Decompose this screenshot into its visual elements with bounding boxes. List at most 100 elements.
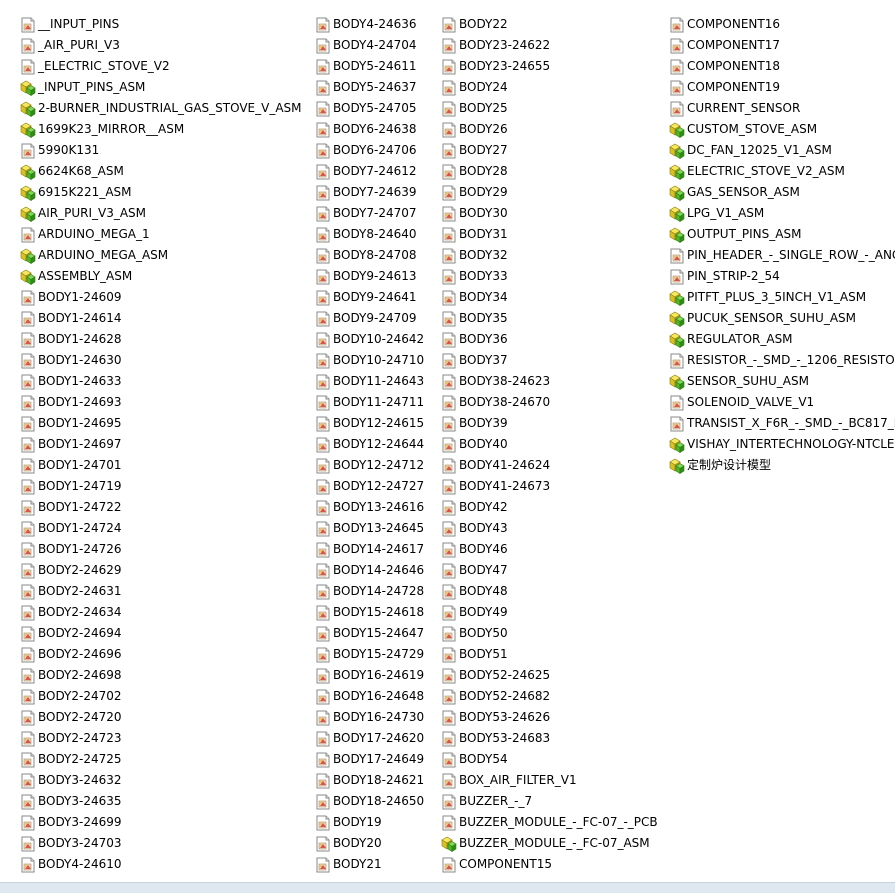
file-item[interactable]: BODY49: [441, 602, 658, 623]
file-item[interactable]: BODY9-24709: [315, 308, 424, 329]
file-item[interactable]: BODY2-24698: [20, 665, 302, 686]
file-item[interactable]: BODY1-24724: [20, 518, 302, 539]
file-item[interactable]: BODY3-24635: [20, 791, 302, 812]
file-item[interactable]: SENSOR_SUHU_ASM: [669, 371, 895, 392]
file-item[interactable]: BODY52-24625: [441, 665, 658, 686]
file-item[interactable]: COMPONENT19: [669, 77, 895, 98]
file-item[interactable]: BODY8-24640: [315, 224, 424, 245]
file-item[interactable]: BODY14-24617: [315, 539, 424, 560]
file-item[interactable]: GAS_SENSOR_ASM: [669, 182, 895, 203]
file-item[interactable]: BUZZER_MODULE_-_FC-07_-_PCB: [441, 812, 658, 833]
file-item[interactable]: BODY7-24612: [315, 161, 424, 182]
file-item[interactable]: BODY51: [441, 644, 658, 665]
file-item[interactable]: BODY21: [315, 854, 424, 875]
file-item[interactable]: PUCUK_SENSOR_SUHU_ASM: [669, 308, 895, 329]
file-item[interactable]: BODY30: [441, 203, 658, 224]
file-item[interactable]: BODY2-24694: [20, 623, 302, 644]
file-item[interactable]: BODY7-24639: [315, 182, 424, 203]
file-item[interactable]: 1699K23_MIRROR__ASM: [20, 119, 302, 140]
file-item[interactable]: BODY34: [441, 287, 658, 308]
file-item[interactable]: BODY19: [315, 812, 424, 833]
file-item[interactable]: PITFT_PLUS_3_5INCH_V1_ASM: [669, 287, 895, 308]
file-item[interactable]: BODY3-24699: [20, 812, 302, 833]
file-item[interactable]: BODY1-24628: [20, 329, 302, 350]
file-item[interactable]: BOX_AIR_FILTER_V1: [441, 770, 658, 791]
file-item[interactable]: _AIR_PURI_V3: [20, 35, 302, 56]
file-item[interactable]: CURRENT_SENSOR: [669, 98, 895, 119]
file-item[interactable]: BODY2-24631: [20, 581, 302, 602]
file-item[interactable]: BODY1-24630: [20, 350, 302, 371]
file-item[interactable]: 5990K131: [20, 140, 302, 161]
file-item[interactable]: VISHAY_INTERTECHNOLOGY-NTCLE: [669, 434, 895, 455]
file-item[interactable]: BODY35: [441, 308, 658, 329]
file-item[interactable]: BODY25: [441, 98, 658, 119]
file-item[interactable]: BODY28: [441, 161, 658, 182]
file-item[interactable]: BODY26: [441, 119, 658, 140]
file-item[interactable]: BODY42: [441, 497, 658, 518]
file-item[interactable]: BODY1-24726: [20, 539, 302, 560]
file-item[interactable]: CUSTOM_STOVE_ASM: [669, 119, 895, 140]
file-item[interactable]: BODY39: [441, 413, 658, 434]
file-item[interactable]: BODY40: [441, 434, 658, 455]
file-item[interactable]: BODY41-24673: [441, 476, 658, 497]
file-item[interactable]: 6624K68_ASM: [20, 161, 302, 182]
file-item[interactable]: BODY13-24645: [315, 518, 424, 539]
file-item[interactable]: SOLENOID_VALVE_V1: [669, 392, 895, 413]
file-item[interactable]: BODY9-24641: [315, 287, 424, 308]
file-item[interactable]: BODY38-24670: [441, 392, 658, 413]
file-item[interactable]: BODY9-24613: [315, 266, 424, 287]
file-item[interactable]: BODY15-24618: [315, 602, 424, 623]
file-item[interactable]: BODY54: [441, 749, 658, 770]
file-item[interactable]: TRANSIST_X_F6R_-_SMD_-_BC817_NI: [669, 413, 895, 434]
file-item[interactable]: BODY2-24723: [20, 728, 302, 749]
file-item[interactable]: BODY29: [441, 182, 658, 203]
file-item[interactable]: BODY2-24720: [20, 707, 302, 728]
file-item[interactable]: BODY48: [441, 581, 658, 602]
file-item[interactable]: BODY7-24707: [315, 203, 424, 224]
file-item[interactable]: BODY31: [441, 224, 658, 245]
file-item[interactable]: BODY22: [441, 14, 658, 35]
file-item[interactable]: BODY37: [441, 350, 658, 371]
file-item[interactable]: BODY10-24642: [315, 329, 424, 350]
file-item[interactable]: BODY43: [441, 518, 658, 539]
file-item[interactable]: BODY16-24619: [315, 665, 424, 686]
file-item[interactable]: BODY17-24620: [315, 728, 424, 749]
file-item[interactable]: BODY27: [441, 140, 658, 161]
file-item[interactable]: BODY23-24622: [441, 35, 658, 56]
file-item[interactable]: LPG_V1_ASM: [669, 203, 895, 224]
file-item[interactable]: BODY14-24728: [315, 581, 424, 602]
file-item[interactable]: BODY53-24683: [441, 728, 658, 749]
file-item[interactable]: 定制炉设计模型: [669, 455, 895, 476]
file-item[interactable]: BODY41-24624: [441, 455, 658, 476]
file-item[interactable]: ARDUINO_MEGA_1: [20, 224, 302, 245]
file-item[interactable]: BODY15-24729: [315, 644, 424, 665]
file-item[interactable]: BODY6-24638: [315, 119, 424, 140]
file-item[interactable]: BODY1-24719: [20, 476, 302, 497]
file-item[interactable]: BODY2-24725: [20, 749, 302, 770]
file-item[interactable]: BODY1-24697: [20, 434, 302, 455]
file-item[interactable]: BODY5-24611: [315, 56, 424, 77]
file-item[interactable]: COMPONENT15: [441, 854, 658, 875]
file-item[interactable]: BODY17-24649: [315, 749, 424, 770]
file-item[interactable]: BODY47: [441, 560, 658, 581]
file-item[interactable]: RESISTOR_-_SMD_-_1206_RESISTOR_: [669, 350, 895, 371]
file-item[interactable]: BODY11-24711: [315, 392, 424, 413]
file-item[interactable]: BODY46: [441, 539, 658, 560]
file-item[interactable]: BODY36: [441, 329, 658, 350]
file-item[interactable]: PIN_HEADER_-_SINGLE_ROW_-_ANG: [669, 245, 895, 266]
file-item[interactable]: ASSEMBLY_ASM: [20, 266, 302, 287]
file-item[interactable]: BODY50: [441, 623, 658, 644]
file-item[interactable]: BODY23-24655: [441, 56, 658, 77]
file-item[interactable]: BODY18-24621: [315, 770, 424, 791]
file-item[interactable]: BODY52-24682: [441, 686, 658, 707]
file-item[interactable]: BODY16-24730: [315, 707, 424, 728]
file-item[interactable]: BODY38-24623: [441, 371, 658, 392]
file-item[interactable]: BODY15-24647: [315, 623, 424, 644]
file-list[interactable]: __INPUT_PINS _AIR_PURI_V3 _ELECTRIC_STOVE_…: [0, 14, 895, 882]
file-item[interactable]: _INPUT_PINS_ASM: [20, 77, 302, 98]
file-item[interactable]: AIR_PURI_V3_ASM: [20, 203, 302, 224]
file-item[interactable]: _ELECTRIC_STOVE_V2: [20, 56, 302, 77]
file-item[interactable]: BODY12-24712: [315, 455, 424, 476]
file-item[interactable]: 2-BURNER_INDUSTRIAL_GAS_STOVE_V_ASM: [20, 98, 302, 119]
file-item[interactable]: BODY4-24636: [315, 14, 424, 35]
